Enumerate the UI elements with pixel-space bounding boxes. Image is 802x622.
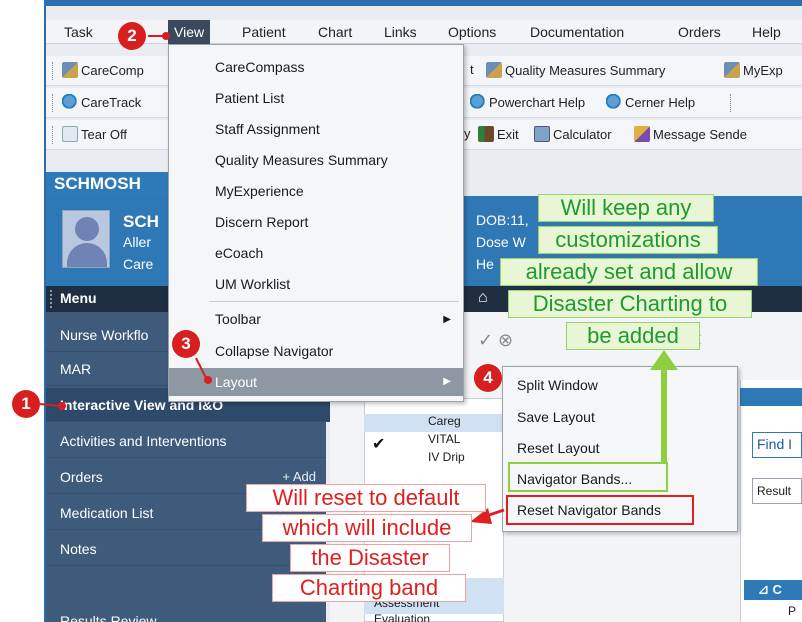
red-callout-line-3: the Disaster — [290, 544, 450, 572]
step-3-dot — [204, 376, 212, 384]
green-callout-line-2: customizations — [538, 226, 718, 254]
red-callout-line-2: which will include — [262, 514, 472, 542]
green-callout-line-1: Will keep any — [538, 194, 714, 222]
step-1-dot — [58, 402, 66, 410]
step-2-dot — [162, 32, 170, 40]
green-callout-line-5: be added — [566, 322, 700, 350]
step-1-pointer — [39, 403, 61, 407]
step-badge-3: 3 — [172, 330, 200, 358]
green-callout-line-4: Disaster Charting to — [508, 290, 752, 318]
step-badge-4: 4 — [474, 364, 502, 392]
step-badge-1: 1 — [12, 390, 40, 418]
green-callout-line-3: already set and allow — [500, 258, 758, 286]
green-arrow-head — [650, 350, 678, 370]
red-callout-line-4: Charting band — [272, 574, 466, 602]
step-badge-2: 2 — [118, 22, 146, 50]
step-3-pointer — [195, 357, 207, 379]
red-callout-line-1: Will reset to default — [246, 484, 486, 512]
